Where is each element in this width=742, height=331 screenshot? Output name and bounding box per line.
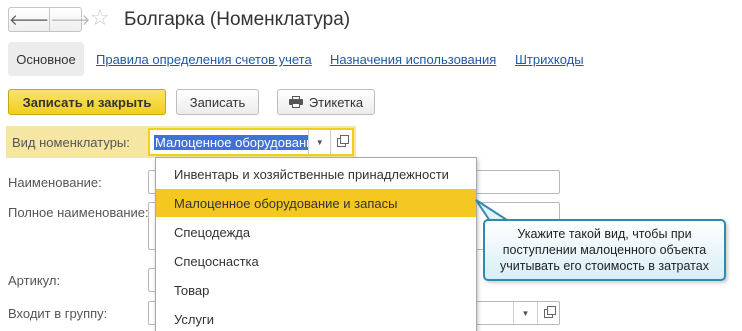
print-label-button[interactable]: Этикетка [277,89,375,115]
page-title: Болгарка (Номенклатура) [124,9,351,30]
name-label: Наименование: [8,175,102,190]
item-type-combobox[interactable]: Малоценное оборудовани ▼ [148,128,354,156]
article-label: Артикул: [8,273,61,288]
item-type-input[interactable]: Малоценное оборудовани [154,134,309,150]
group-label: Входит в группу: [8,306,108,321]
list-item[interactable]: Спецоснастка [156,247,476,275]
hint-callout-text: Укажите такой вид, чтобы при поступлении… [500,227,709,273]
list-item-selected[interactable]: Малоценное оборудование и запасы [156,189,476,217]
favorite-star-icon[interactable]: ☆ [90,4,110,32]
tab-main[interactable]: Основное [8,42,84,76]
list-item[interactable]: Услуги [156,305,476,331]
list-item[interactable]: Спецодежда [156,218,476,246]
group-open-button[interactable] [537,302,559,324]
printer-icon [288,96,303,108]
item-type-value: Малоценное оборудовани [154,134,309,150]
open-window-icon [337,134,350,147]
print-label-text: Этикетка [308,94,364,110]
save-button[interactable]: Записать [176,89,259,115]
group-chevron-down-icon[interactable]: ▼ [513,302,537,324]
tab-barcodes[interactable]: Штрихкоды [515,52,584,68]
back-arrow-icon[interactable]: 🡐 [9,8,49,31]
forward-arrow-icon[interactable]: 🡒 [49,8,90,31]
group-open-window-icon [544,305,556,318]
full-name-label: Полное наименование: [8,205,149,220]
item-type-dropdown-list: Инвентарь и хозяйственные принадлежности… [155,157,477,331]
hint-callout: Укажите такой вид, чтобы при поступлении… [483,219,726,281]
tab-usage-assignments[interactable]: Назначения использования [330,52,496,68]
tab-account-rules[interactable]: Правила определения счетов учета [96,52,312,68]
item-type-label: Вид номенклатуры: [12,135,130,150]
open-item-button[interactable] [330,130,352,154]
list-item[interactable]: Товар [156,276,476,304]
chevron-down-icon[interactable]: ▼ [308,130,330,154]
save-and-close-button[interactable]: Записать и закрыть [8,89,166,115]
navigation-buttons: 🡐 🡒 [8,7,90,32]
list-item[interactable]: Инвентарь и хозяйственные принадлежности [156,160,476,188]
